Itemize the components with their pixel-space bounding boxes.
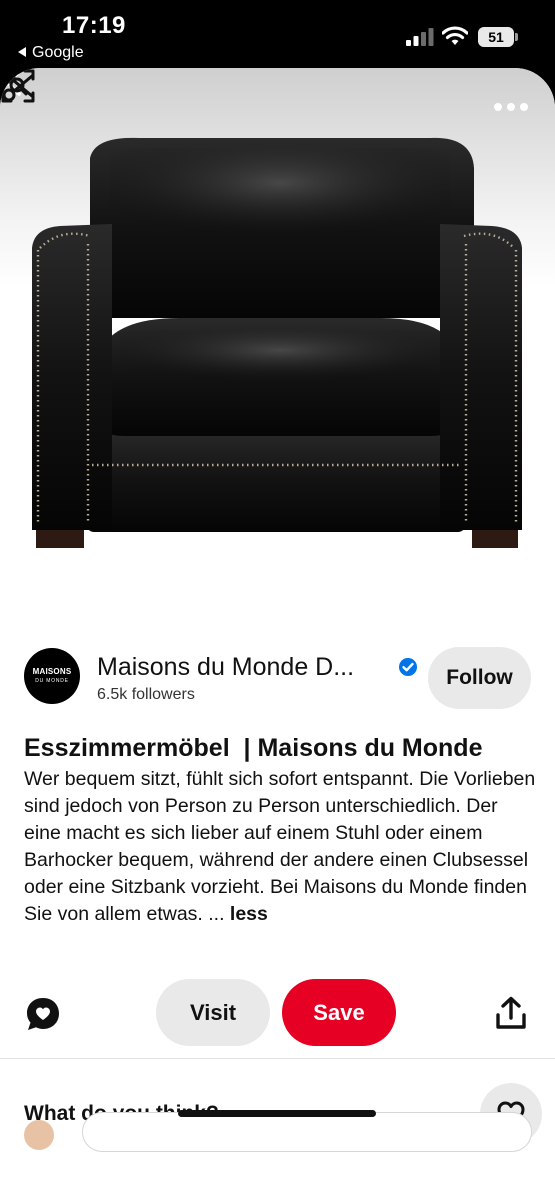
pin-sheet: MAISONS DU MONDE Maisons du Monde D... 6… — [0, 68, 555, 1200]
status-time: 17:19 — [62, 12, 126, 39]
less-link[interactable]: less — [230, 903, 268, 925]
creator-avatar[interactable]: MAISONS DU MONDE — [24, 648, 80, 704]
add-comment-input[interactable] — [82, 1112, 532, 1152]
back-to-app-link[interactable]: Google — [18, 44, 84, 62]
creator-name[interactable]: Maisons du Monde D... — [97, 653, 354, 682]
home-indicator — [178, 1110, 376, 1117]
back-triangle-icon — [18, 47, 26, 57]
status-bar: 17:19 Google 51 — [0, 0, 555, 68]
pin-description: Wer bequem sitzt, fühlt sich sofort ents… — [24, 766, 539, 928]
back-app-label: Google — [32, 44, 84, 61]
avatar-logo-line2: DU MONDE — [35, 678, 69, 684]
follow-button[interactable]: Follow — [428, 647, 531, 709]
user-avatar — [24, 1120, 54, 1150]
verified-badge-icon — [399, 658, 417, 676]
signal-icon — [406, 28, 434, 46]
creator-row: MAISONS DU MONDE Maisons du Monde D... 6… — [0, 644, 555, 714]
battery-icon: 51 — [478, 27, 518, 47]
pin-image[interactable] — [0, 68, 555, 608]
followers-count: 6.5k followers — [97, 686, 195, 703]
visit-button[interactable]: Visit — [156, 979, 270, 1046]
comment-icon[interactable] — [24, 995, 62, 1033]
save-button[interactable]: Save — [282, 979, 396, 1046]
more-icon[interactable] — [494, 100, 528, 114]
wifi-icon — [442, 26, 468, 45]
armchair-image — [32, 137, 522, 548]
description-text: Wer bequem sitzt, fühlt sich sofort ents… — [24, 768, 536, 925]
pin-title: Esszimmermöbel | Maisons du Monde — [24, 734, 483, 762]
share-icon[interactable] — [494, 996, 528, 1030]
scissors-icon[interactable] — [0, 68, 36, 104]
avatar-logo-line1: MAISONS — [32, 667, 72, 676]
section-divider — [0, 1058, 555, 1059]
